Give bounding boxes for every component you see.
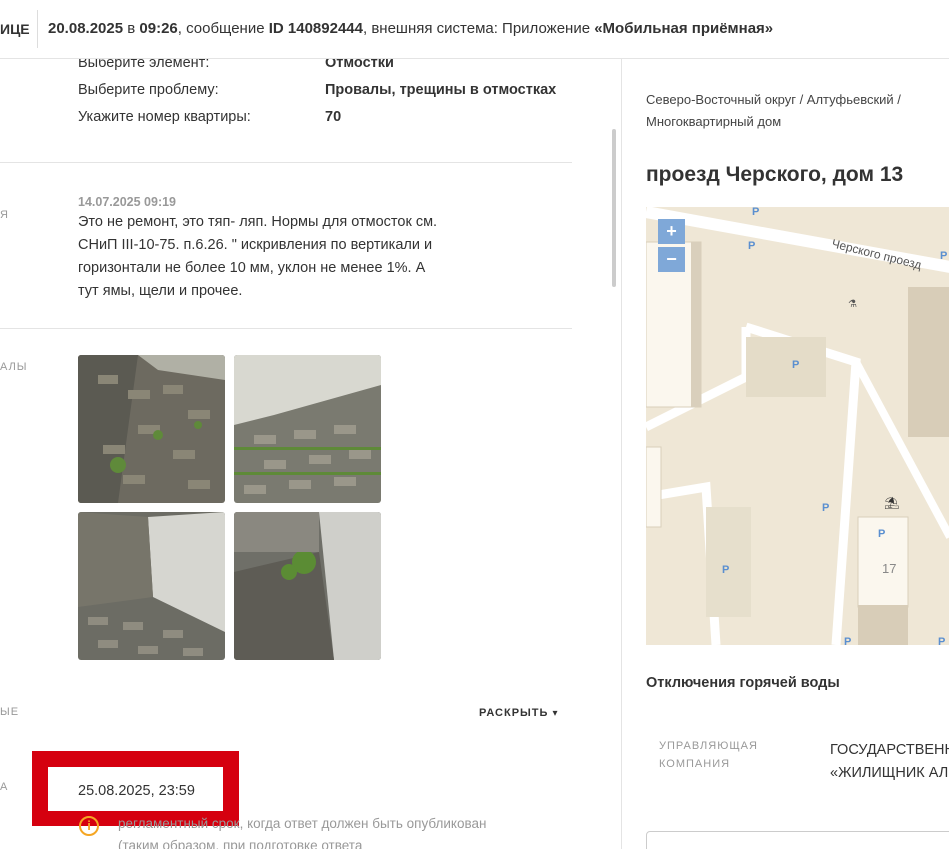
breadcrumb-truncated[interactable]: ИЦЕ [0, 21, 30, 37]
svg-text:P: P [878, 528, 885, 540]
detail-value: 70 [325, 109, 342, 125]
svg-text:P: P [748, 240, 755, 252]
info-icon: i [79, 816, 99, 836]
expand-label: РАСКРЫТЬ [479, 707, 549, 719]
section-label-comment: Я [0, 209, 9, 221]
photo-thumbnail[interactable] [78, 355, 225, 503]
map[interactable]: PPP PPP PPP 17 Черского проезд ⚗ ⛱ + − [646, 207, 949, 645]
svg-text:P: P [822, 502, 829, 514]
photo-thumbnail[interactable] [234, 355, 381, 503]
management-company-label: УПРАВЛЯЮЩАЯ КОМПАНИЯ [659, 740, 758, 770]
address-title: проезд Черского, дом 13 [646, 163, 904, 186]
in-text: в [123, 20, 140, 37]
comment-date: 14.07.2025 09:19 [78, 195, 177, 209]
chevron-down-icon: ▾ [552, 708, 559, 719]
input-field[interactable] [646, 831, 949, 849]
detail-label: Выберите элемент: [78, 59, 210, 71]
scrollbar[interactable] [612, 129, 616, 287]
message-details-panel: Выберите элемент: Отмостки Выберите проб… [0, 59, 620, 849]
ext-prefix: , внешняя система: Приложение [362, 20, 595, 37]
top-bar: ИЦЕ 20.08.2025 в 09:26, сообщение ID 140… [0, 0, 949, 59]
divider [0, 328, 572, 329]
svg-text:⛱: ⛱ [884, 496, 899, 510]
svg-text:P: P [722, 564, 729, 576]
mc-value-line: ГОСУДАРСТВЕНН [830, 742, 949, 758]
svg-text:P: P [792, 359, 799, 371]
hot-water-section[interactable]: Отключения горячей воды [646, 675, 840, 691]
divider [0, 162, 572, 163]
detail-label: Выберите проблему: [78, 82, 219, 98]
svg-text:⚗: ⚗ [848, 299, 857, 310]
map-building-number: 17 [882, 561, 896, 576]
zoom-out-button[interactable]: − [658, 247, 685, 272]
divider [37, 10, 38, 48]
svg-text:P: P [938, 636, 945, 645]
management-company-value: ГОСУДАРСТВЕНН «ЖИЛИЩНИК АЛ [830, 739, 949, 785]
external-app: «Мобильная приёмная» [594, 20, 774, 37]
section-label-additional: ЫЕ [0, 706, 20, 718]
comment-text: Это не ремонт, это тяп- ляп. Нормы для о… [78, 214, 438, 299]
detail-value: Отмостки [325, 59, 394, 71]
expand-button[interactable]: РАСКРЫТЬ ▾ [479, 707, 558, 719]
detail-value: Провалы, трещины в отмостках [325, 82, 557, 98]
message-date: 20.08.2025 [48, 20, 124, 37]
detail-label: Укажите номер квартиры: [78, 109, 251, 125]
mc-value-line: «ЖИЛИЩНИК АЛ [830, 765, 949, 781]
msg-prefix: , сообщение [177, 20, 269, 37]
svg-text:P: P [844, 636, 851, 645]
message-info: 20.08.2025 в 09:26, сообщение ID 1408924… [48, 20, 773, 37]
svg-text:P: P [940, 250, 947, 262]
zoom-in-button[interactable]: + [658, 219, 685, 244]
section-label-materials: АЛЫ [0, 361, 28, 373]
message-id: ID 140892444 [268, 20, 363, 37]
section-label-deadline: А [0, 781, 9, 793]
deadline-value: 25.08.2025, 23:59 [78, 783, 195, 799]
address-breadcrumb: Северо-Восточный округ / Алтуфьевский / … [646, 92, 901, 129]
deadline-note: регламентный срок, когда ответ должен бы… [118, 816, 487, 849]
photo-thumbnail[interactable] [234, 512, 381, 660]
photo-thumbnail[interactable] [78, 512, 225, 660]
message-time: 09:26 [139, 20, 178, 37]
svg-text:P: P [752, 207, 759, 218]
address-panel: Северо-Восточный округ / Алтуфьевский / … [621, 59, 949, 849]
